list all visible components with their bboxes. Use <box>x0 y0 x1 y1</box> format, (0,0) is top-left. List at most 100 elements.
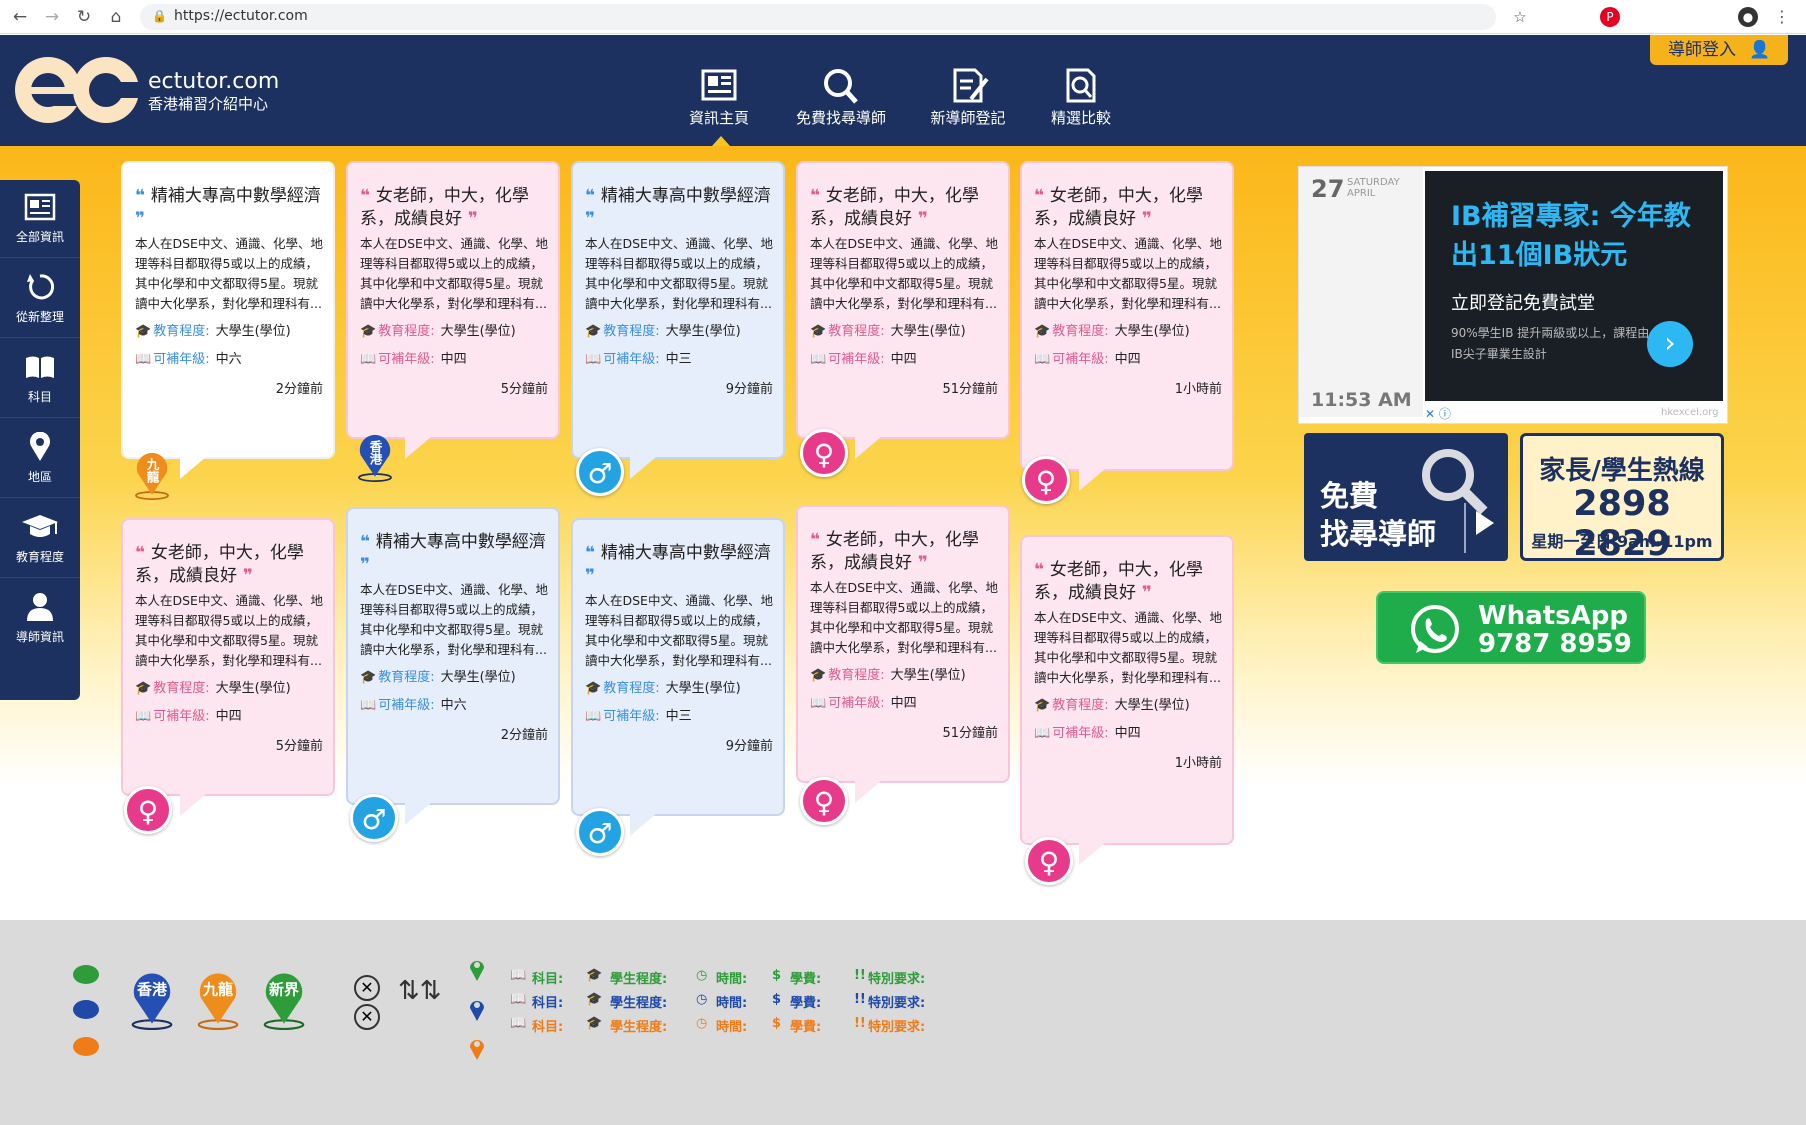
ad-arrow-button[interactable]: › <box>1647 321 1693 367</box>
star-icon[interactable]: ☆ <box>1510 7 1530 27</box>
back-icon[interactable]: ← <box>10 7 30 27</box>
card-time: 5分鐘前 <box>275 739 323 754</box>
location-pin-icon <box>470 961 484 981</box>
menu-icon[interactable]: ⋮ <box>1772 7 1792 27</box>
quote-close-icon: ❞ <box>585 209 595 229</box>
tutor-card[interactable]: ❝ 女老師，中大，化學系，成績良好 ❞ 本人在DSE中文、通識、化學、地理等科目都… <box>346 161 560 439</box>
user-icon: 👤 <box>1749 40 1771 60</box>
tutor-card[interactable]: ❝ 女老師，中大，化學系，成績良好 ❞ 本人在DSE中文、通識、化學、地理等科目都… <box>1020 161 1234 471</box>
quote-close-icon: ❞ <box>585 566 595 586</box>
tutor-login-button[interactable]: 導師登入 👤 <box>1650 35 1788 65</box>
ad-banner[interactable]: IB補習專家: 今年教出11個IB狀元 立即登記免費試堂 90%學生IB 提升兩… <box>1425 171 1723 401</box>
ad-close-icon[interactable]: ✕ ⓘ <box>1425 405 1451 422</box>
card-title: ❝ 女老師，中大，化學系，成績良好 ❞ <box>810 186 979 229</box>
address-bar[interactable]: 🔒 https://ectutor.com <box>140 4 1496 30</box>
quote-open-icon: ❝ <box>810 186 826 206</box>
graduation-cap-icon: 🎓 <box>585 681 602 696</box>
ectutor-logo[interactable] <box>12 52 142 128</box>
card-description: 本人在DSE中文、通識、化學、地理等科目都取得5或以上的成績，其中化學和中文都取… <box>360 582 548 657</box>
card-education: 🎓 教育程度: 大學生(學位) <box>585 681 741 696</box>
site-header: ectutor.com 香港補習介紹中心 資訊主頁 免費找尋導師 新導師登記 精… <box>0 35 1806 146</box>
book-icon: 📖 <box>1034 726 1051 741</box>
nav-news[interactable]: 資訊主頁 <box>664 65 774 128</box>
card-education: 🎓 教育程度: 大學生(學位) <box>585 324 741 339</box>
quote-close-icon: ❞ <box>912 553 928 573</box>
card-time: 2分鐘前 <box>275 382 323 397</box>
tutor-card[interactable]: ❝ 精補大專高中數學經濟 ❞ 本人在DSE中文、通識、化學、地理等科目都取得5或以… <box>571 161 785 459</box>
kowloon-pin-icon: 九龍 <box>197 973 239 1030</box>
nav-compare[interactable]: 精選比較 <box>1026 65 1136 128</box>
user-icon <box>27 593 53 621</box>
profile-avatar[interactable]: ● <box>1738 7 1758 27</box>
svg-text:香港: 香港 <box>137 981 168 999</box>
quote-close-icon: ❞ <box>1136 583 1152 603</box>
register-icon <box>953 68 989 103</box>
sidebar-item-district[interactable]: 地區 <box>0 420 80 498</box>
female-icon: ♀ <box>124 786 172 834</box>
card-time: 9分鐘前 <box>725 739 773 754</box>
card-description: 本人在DSE中文、通識、化學、地理等科目都取得5或以上的成績，其中化學和中文都取… <box>1034 236 1222 311</box>
quote-close-icon: ❞ <box>135 209 145 229</box>
sidebar-item-refresh[interactable]: 從新整理 <box>0 260 80 338</box>
close-circle-icon: ✕ <box>354 975 380 1001</box>
card-description: 本人在DSE中文、通識、化學、地理等科目都取得5或以上的成績，其中化學和中文都取… <box>810 236 998 311</box>
book-icon: 📖 <box>810 352 827 367</box>
hotline-banner[interactable]: 家長/學生熱線 2898 2829 星期一至日 9am-11pm <box>1520 433 1724 564</box>
quote-open-icon: ❝ <box>135 543 151 563</box>
tutor-card[interactable]: ❝ 精補大專高中數學經濟 ❞ 本人在DSE中文、通識、化學、地理等科目都取得5或以… <box>121 161 335 459</box>
nav-label: 資訊主頁 <box>688 109 749 127</box>
card-title: ❝ 女老師，中大，化學系，成績良好 ❞ <box>135 543 304 586</box>
card-education: 🎓 教育程度: 大學生(學位) <box>360 670 516 685</box>
hotline-number: 2898 2829 <box>1573 484 1671 564</box>
home-icon[interactable]: ⌂ <box>106 7 126 27</box>
tutor-card[interactable]: ❝ 精補大專高中數學經濟 ❞ 本人在DSE中文、通識、化學、地理等科目都取得5或以… <box>346 507 560 805</box>
card-grade: 📖 可補年級: 中四 <box>135 709 242 724</box>
nav-register[interactable]: 新導師登記 <box>913 65 1023 128</box>
tutor-card[interactable]: ❝ 女老師，中大，化學系，成績良好 ❞ 本人在DSE中文、通識、化學、地理等科目都… <box>121 518 335 796</box>
chat-bubble-icon <box>73 1037 99 1056</box>
reload-icon[interactable]: ↻ <box>74 7 94 27</box>
nav-find-tutor[interactable]: 免費找尋導師 <box>786 65 896 128</box>
nav-label: 新導師登記 <box>930 109 1006 127</box>
sidebar: 全部資訊 從新整理 科目 地區 教育程度 導師資訊 <box>0 180 80 700</box>
card-tail <box>855 781 881 803</box>
active-nav-indicator <box>712 136 730 146</box>
ad-subline: 立即登記免費試堂 <box>1451 293 1595 314</box>
find-tutor-banner[interactable]: 免費 找尋導師 <box>1304 433 1508 561</box>
card-tail <box>405 437 431 459</box>
book-icon: 📖 <box>135 709 152 724</box>
advertisement[interactable]: 27 SATURDAY APRIL 11:53 AM IB補習專家: 今年教出11… <box>1298 166 1728 424</box>
quote-open-icon: ❝ <box>360 186 376 206</box>
nav-label: 免費找尋導師 <box>795 109 886 127</box>
whatsapp-button[interactable]: WhatsApp 9787 8959 <box>1376 591 1646 664</box>
card-tail <box>405 803 431 825</box>
tutor-card[interactable]: ❝ 精補大專高中數學經濟 ❞ 本人在DSE中文、通識、化學、地理等科目都取得5或以… <box>571 518 785 816</box>
card-description: 本人在DSE中文、通識、化學、地理等科目都取得5或以上的成績，其中化學和中文都取… <box>360 236 548 311</box>
card-tail <box>1079 843 1105 865</box>
graduation-cap-icon: 🎓 <box>360 670 377 685</box>
sidebar-item-tutor[interactable]: 導師資訊 <box>0 580 80 658</box>
search-icon <box>824 69 858 104</box>
browser-toolbar: ← → ↻ ⌂ 🔒 https://ectutor.com ☆ P ● ⋮ <box>0 0 1806 34</box>
tutor-card[interactable]: ❝ 女老師，中大，化學系，成績良好 ❞ 本人在DSE中文、通識、化學、地理等科目都… <box>796 161 1010 439</box>
card-description: 本人在DSE中文、通識、化學、地理等科目都取得5或以上的成績，其中化學和中文都取… <box>585 236 773 311</box>
card-education: 🎓 教育程度: 大學生(學位) <box>135 681 291 696</box>
location-pin-icon <box>30 432 50 461</box>
forward-icon[interactable]: → <box>42 7 62 27</box>
sidebar-item-education[interactable]: 教育程度 <box>0 500 80 578</box>
compare-icon <box>1066 68 1096 103</box>
logo-subtitle: 香港補習介紹中心 <box>148 95 269 113</box>
pinterest-icon[interactable]: P <box>1600 7 1620 27</box>
tutor-card[interactable]: ❝ 女老師，中大，化學系，成績良好 ❞ 本人在DSE中文、通識、化學、地理等科目都… <box>796 505 1010 783</box>
card-tail <box>180 457 206 479</box>
card-description: 本人在DSE中文、通識、化學、地理等科目都取得5或以上的成績，其中化學和中文都取… <box>810 580 998 655</box>
graduation-cap-icon: 🎓 <box>585 324 602 339</box>
sidebar-item-all[interactable]: 全部資訊 <box>0 180 80 258</box>
sidebar-item-subject[interactable]: 科目 <box>0 340 80 418</box>
ad-day: 27 <box>1311 175 1345 203</box>
ad-time: 11:53 AM <box>1311 389 1412 411</box>
close-circle-icon: ✕ <box>354 1004 380 1030</box>
female-icon: ♀ <box>1025 837 1073 885</box>
card-grade: 📖 可補年級: 中四 <box>810 696 917 711</box>
tutor-card[interactable]: ❝ 女老師，中大，化學系，成績良好 ❞ 本人在DSE中文、通識、化學、地理等科目都… <box>1020 535 1234 845</box>
